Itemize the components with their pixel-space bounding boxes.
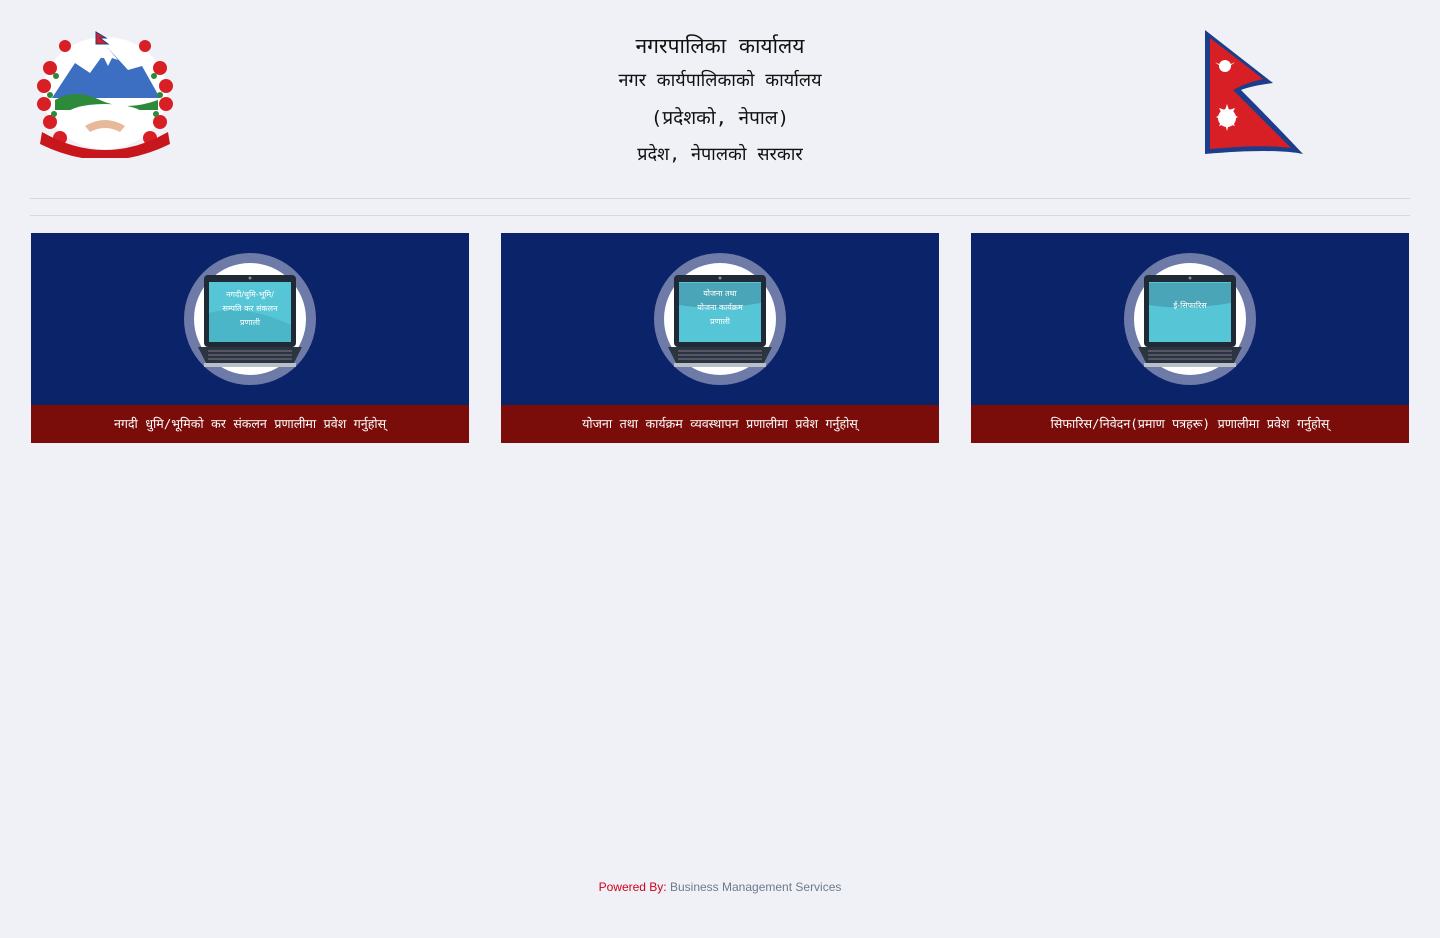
page-footer: Powered By: Business Management Services bbox=[0, 880, 1440, 894]
page-header: नगरपालिका कार्यालय नगर कार्यपालिकाको कार… bbox=[0, 0, 1440, 200]
laptop-icon: योजना तथा योजना कार्यक्रम प्रणाली bbox=[654, 253, 786, 385]
laptop-screen-text: प्रणाली bbox=[710, 316, 731, 326]
office-title-block: नगरपालिका कार्यालय नगर कार्यपालिकाको कार… bbox=[420, 30, 1020, 174]
laptop-screen-text: योजना तथा bbox=[703, 288, 737, 298]
laptop-screen-text: योजना कार्यक्रम bbox=[697, 302, 743, 312]
card-caption[interactable]: नगदी धुमि/भूमिको कर संकलन प्रणालीमा प्रव… bbox=[31, 405, 469, 443]
office-title-line3: (प्रदेशको, नेपाल) bbox=[650, 107, 790, 129]
laptop-screen-text: ई-सिफारिस bbox=[1173, 300, 1207, 310]
laptop-screen-text: सम्पति कर संकलन bbox=[222, 303, 278, 313]
laptop-screen-text: प्रणाली bbox=[240, 317, 261, 327]
laptop-icon: ई-सिफारिस bbox=[1124, 253, 1256, 385]
office-title-line4: प्रदेश, नेपालको सरकार bbox=[637, 144, 803, 165]
powered-by-label: Powered By: bbox=[598, 880, 667, 894]
card-caption[interactable]: योजना तथा कार्यक्रम व्यवस्थापन प्रणालीमा… bbox=[501, 405, 939, 443]
tax-collection-system-card[interactable]: नगदी/धुमि-भूमि/ सम्पति कर संकलन प्रणाली … bbox=[31, 233, 469, 443]
planning-system-card[interactable]: योजना तथा योजना कार्यक्रम प्रणाली योजना … bbox=[501, 233, 939, 443]
e-recommendation-system-card[interactable]: ई-सिफारिस सिफारिस/निवेदन(प्रमाण पत्रहरू)… bbox=[971, 233, 1409, 443]
company-link[interactable]: Business Management Services bbox=[670, 880, 841, 894]
section-divider bbox=[30, 215, 1410, 216]
header-divider bbox=[30, 198, 1410, 199]
card-caption[interactable]: सिफारिस/निवेदन(प्रमाण पत्रहरू) प्रणालीमा… bbox=[971, 405, 1409, 443]
office-title-line1: नगरपालिका कार्यालय bbox=[635, 34, 805, 58]
laptop-icon: नगदी/धुमि-भूमि/ सम्पति कर संकलन प्रणाली bbox=[184, 253, 316, 385]
nepal-flag-icon bbox=[1205, 30, 1303, 154]
office-title-line2: नगर कार्यपालिकाको कार्यालय bbox=[618, 70, 822, 91]
laptop-screen-text: नगदी/धुमि-भूमि/ bbox=[226, 289, 274, 300]
nepal-emblem-icon bbox=[37, 31, 173, 158]
